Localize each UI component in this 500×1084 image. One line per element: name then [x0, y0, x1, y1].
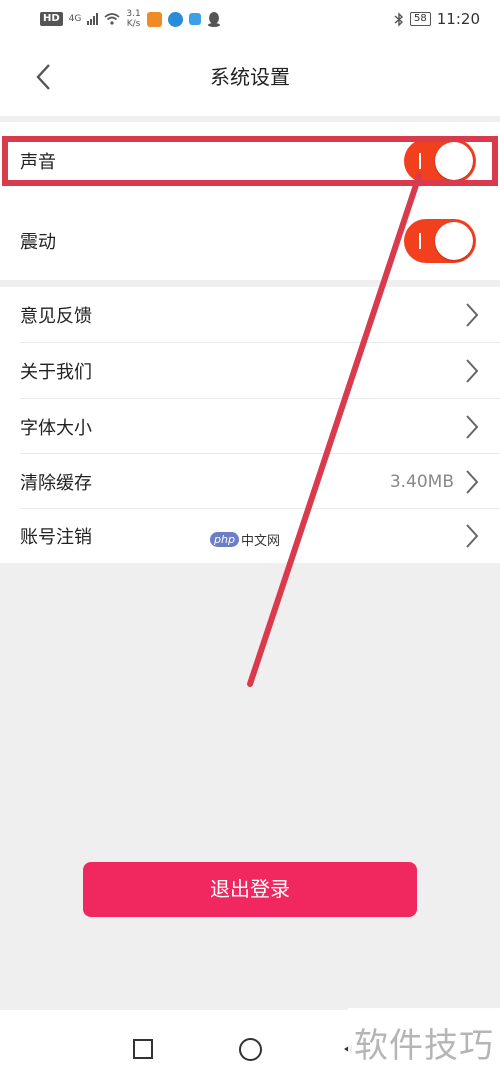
menu-item-label: 关于我们 [20, 361, 92, 383]
chevron-right-icon [466, 414, 479, 439]
menu-item-label: 意见反馈 [20, 305, 92, 327]
status-left: HD 4G 3.1 K/s [40, 9, 221, 29]
status-right: 58 11:20 [394, 10, 480, 28]
menu-item-label: 清除缓存 [20, 472, 92, 494]
chevron-right-icon [466, 469, 479, 494]
chevron-right-icon [466, 358, 479, 383]
php-logo: php [210, 532, 239, 547]
chevron-right-icon [466, 524, 479, 548]
menu-item-font-size[interactable]: 字体大小 [0, 399, 500, 454]
signal-icon [87, 13, 99, 25]
back-button[interactable] [28, 60, 58, 94]
menu-item-clear-cache[interactable]: 清除缓存 3.40MB [0, 454, 500, 509]
speed-unit: K/s [126, 19, 141, 29]
php-watermark-text: 中文网 [240, 534, 280, 549]
menu-item-about[interactable]: 关于我们 [0, 343, 500, 398]
chevron-left-icon [36, 64, 50, 90]
home-button[interactable] [239, 1038, 262, 1061]
vibrate-toggle[interactable] [404, 219, 476, 263]
speed-value: 3.1 [126, 9, 141, 19]
menu-item-feedback[interactable]: 意见反馈 [0, 287, 500, 342]
nav-bar: 系统设置 [0, 38, 500, 116]
logout-button[interactable]: 退出登录 [83, 862, 417, 917]
toggle-knob [435, 222, 473, 260]
app-notification-icon [167, 11, 183, 27]
menu-item-label: 账号注销 [20, 527, 92, 548]
php-watermark: php 中文网 [210, 530, 280, 549]
status-bar: HD 4G 3.1 K/s 58 11:20 [0, 0, 500, 38]
hd-badge: HD [40, 12, 63, 26]
vibrate-label: 震动 [20, 232, 56, 253]
menu-settings-group: 意见反馈 关于我们 字体大小 清除缓存 3.40MB 账号注销 [0, 287, 500, 563]
wifi-icon [104, 13, 120, 25]
menu-item-label: 字体大小 [20, 417, 92, 439]
annotation-highlight-box [2, 136, 498, 186]
site-watermark: 软件技巧 [348, 1008, 500, 1084]
recent-apps-button[interactable] [133, 1039, 153, 1059]
network-label: 4G [68, 14, 82, 24]
qq-icon [207, 11, 220, 27]
toggle-on-mark [419, 233, 421, 249]
app-notification-icon [146, 11, 162, 27]
cache-size-value: 3.40MB [389, 471, 454, 492]
vibrate-row[interactable]: 震动 [0, 202, 500, 280]
page-title: 系统设置 [210, 65, 290, 89]
app-notification-icon [188, 13, 201, 25]
chevron-right-icon [466, 302, 479, 327]
clock: 11:20 [436, 10, 480, 28]
network-speed: 3.1 K/s [126, 9, 140, 29]
battery-icon: 58 [410, 12, 431, 26]
bluetooth-icon [394, 11, 404, 27]
